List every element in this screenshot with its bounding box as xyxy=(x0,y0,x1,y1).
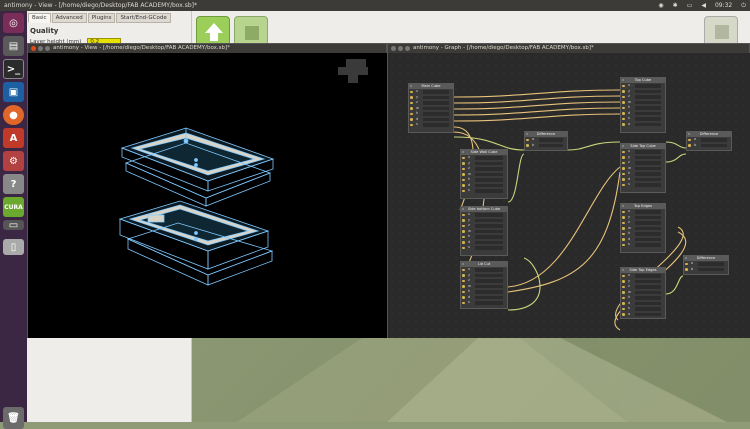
trash-icon[interactable]: 🗑 xyxy=(3,407,24,429)
clock[interactable]: 09:32 xyxy=(715,0,732,11)
view-axis-gizmo[interactable] xyxy=(338,59,368,83)
settings-tabs: Basic Advanced Plugins Start/End-GCode xyxy=(27,11,191,23)
quality-heading: Quality xyxy=(30,27,59,35)
lid-model xyxy=(120,127,275,207)
antimony-graph-window: antimony - Graph - [/home/diego/Desktop/… xyxy=(387,43,750,338)
close-icon[interactable] xyxy=(391,46,396,51)
3d-viewport[interactable] xyxy=(28,53,387,338)
graph-window-title: antimony - Graph - [/home/diego/Desktop/… xyxy=(413,45,594,51)
minimize-icon[interactable] xyxy=(38,46,43,51)
firefox-icon[interactable]: ● xyxy=(3,105,24,125)
system-settings-icon[interactable]: ⚙ xyxy=(3,151,24,171)
load-model-button[interactable] xyxy=(196,16,230,46)
top-panel: antimony - View - [/home/diego/Desktop/F… xyxy=(0,0,750,11)
document-icon[interactable]: ▯ xyxy=(3,239,24,255)
system-tray: ◉ ✱ ▭ ◀ 09:32 ⏻ xyxy=(658,0,746,11)
minimize-icon[interactable] xyxy=(398,46,403,51)
maximize-icon[interactable] xyxy=(405,46,410,51)
node-lid-cut[interactable]: x Lid Cut x y z w h d s xyxy=(460,261,508,309)
node-main-cube-title: Main Cube xyxy=(421,84,441,88)
tab-start-end-gcode[interactable]: Start/End-GCode xyxy=(116,13,171,23)
battery-icon[interactable]: ▭ xyxy=(687,0,693,11)
node-side-bottom-cube[interactable]: x Side bottom Cube x y z w h d s xyxy=(460,206,508,256)
tab-basic[interactable]: Basic xyxy=(28,13,51,23)
graph-window-titlebar[interactable]: antimony - Graph - [/home/diego/Desktop/… xyxy=(388,44,749,53)
node-top-cube-title: Top Cube xyxy=(634,78,652,82)
unity-launcher: ◎ ▤ >_ ▣ ● A ⚙ ? CURA ▭ ▯ 🗑 xyxy=(0,11,27,429)
close-icon[interactable] xyxy=(31,46,36,51)
node-top-edges-title: Top Edges xyxy=(633,204,653,208)
node-lid-cut-title: Lid Cut xyxy=(477,262,491,266)
node-side-top-cube[interactable]: x Side Top Cube x y z w h d s xyxy=(620,143,666,193)
node-top-cube[interactable]: x Top Cube x y z w h d s o xyxy=(620,77,666,133)
cura-toolbar xyxy=(192,11,750,46)
base-model xyxy=(118,200,274,286)
node-top-edges[interactable]: x Top Edges x y z w h d s xyxy=(620,203,666,253)
node-side-top-edges[interactable]: x Side Top Edges x y z w h d s o xyxy=(620,267,666,319)
maximize-icon[interactable] xyxy=(45,46,50,51)
view-window-titlebar[interactable]: antimony - View - [/home/diego/Desktop/F… xyxy=(28,44,386,53)
node-difference-b-title: Difference xyxy=(699,132,719,136)
node-difference-a[interactable]: x Difference a b xyxy=(524,131,568,151)
tab-plugins[interactable]: Plugins xyxy=(87,13,116,23)
node-side-bottom-title: Side bottom Cube xyxy=(467,207,501,211)
node-difference-c[interactable]: x Difference a b xyxy=(683,255,729,275)
power-icon[interactable]: ⏻ xyxy=(741,0,746,11)
files-icon[interactable]: ▤ xyxy=(3,36,24,56)
cura-icon[interactable]: CURA xyxy=(3,197,24,217)
node-side-wall-title: Side Wall Cube xyxy=(470,150,498,154)
antimony-view-window: antimony - View - [/home/diego/Desktop/F… xyxy=(27,43,387,338)
node-side-top-edges-title: Side Top Edges xyxy=(629,268,657,272)
node-difference-a-title: Difference xyxy=(536,132,556,136)
node-main-cube[interactable]: x Main Cube x y z w h d s xyxy=(408,83,454,133)
view-cube-button[interactable] xyxy=(704,16,738,46)
view-mode-button[interactable] xyxy=(234,16,268,46)
dash-home-icon[interactable]: ◎ xyxy=(3,13,24,33)
node-graph-canvas[interactable]: x Main Cube x y z w h d s x Top Cube x y z… xyxy=(388,53,750,338)
tab-advanced[interactable]: Advanced xyxy=(51,13,87,23)
bluetooth-icon[interactable]: ✱ xyxy=(673,0,678,11)
node-side-top-title: Side Top Cube xyxy=(630,144,656,148)
antimony-icon[interactable]: ▣ xyxy=(3,82,24,102)
software-center-icon[interactable]: A xyxy=(3,128,24,148)
node-difference-c-title: Difference xyxy=(696,256,716,260)
volume-icon[interactable]: ◀ xyxy=(701,0,706,11)
help-icon[interactable]: ? xyxy=(3,174,24,194)
network-icon[interactable]: ◉ xyxy=(658,0,663,11)
box-model-render xyxy=(118,59,368,286)
node-side-wall-cube[interactable]: x Side Wall Cube x y z w h d s xyxy=(460,149,508,199)
view-window-title: antimony - View - [/home/diego/Desktop/F… xyxy=(53,45,230,51)
drive-icon[interactable]: ▭ xyxy=(3,220,24,231)
node-difference-b[interactable]: x Difference a b xyxy=(686,131,732,151)
terminal-icon[interactable]: >_ xyxy=(3,59,24,79)
active-window-title: antimony - View - [/home/diego/Desktop/F… xyxy=(4,2,198,9)
